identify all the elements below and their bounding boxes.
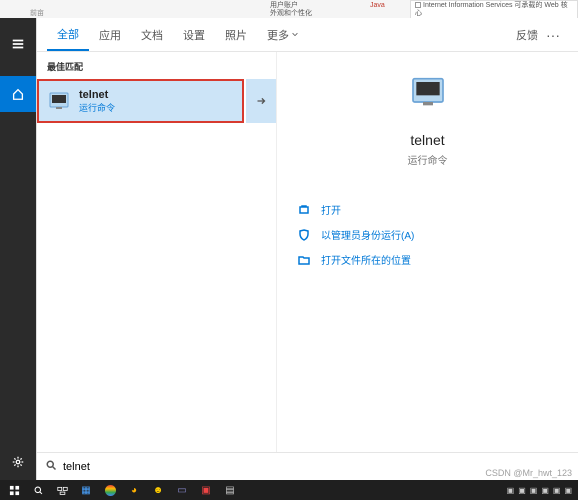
preview-block: telnet 运行命令 [287,72,568,167]
tray-icon[interactable]: ▣ [507,486,515,495]
tab-settings[interactable]: 设置 [173,18,215,51]
taskbar-app[interactable]: ▤ [218,480,242,500]
action-open[interactable]: 打开 [297,197,568,222]
taskbar-app[interactable]: ▦ [74,480,98,500]
java-icon-label: Java [370,2,385,9]
tab-docs[interactable]: 文档 [131,18,173,51]
result-telnet[interactable]: telnet 运行命令 [37,79,244,123]
actions-list: 打开 以管理员身份运行(A) 打开文件所在的位置 [287,197,568,272]
content-area: 最佳匹配 telnet 运行命令 [37,52,578,452]
bg-text: 前亩 [30,8,44,18]
preview-column: telnet 运行命令 打开 以管理员身份运行(A) 打开文件所在的位置 [277,52,578,452]
expand-arrow[interactable] [246,79,276,123]
start-sidebar [0,18,36,480]
folder-icon [297,253,311,267]
section-header: 最佳匹配 [37,52,276,79]
best-match-row: telnet 运行命令 [37,79,276,123]
taskbar-app[interactable] [98,480,122,500]
taskbar-app[interactable]: ▣ [194,480,218,500]
gear-icon[interactable] [0,444,36,480]
shield-icon [297,228,311,242]
results-column: 最佳匹配 telnet 运行命令 [37,52,277,452]
watermark: CSDN @Mr_hwt_123 [485,468,572,478]
preview-subtitle: 运行命令 [408,152,448,167]
tabs-bar: 全部 应用 文档 设置 照片 更多 反馈 ··· [37,18,578,52]
result-title: telnet [79,89,115,101]
preview-title: telnet [410,132,444,148]
taskbar-app[interactable]: ◕ [122,480,146,500]
tray-icon[interactable]: ▣ [541,486,549,495]
bg-text: 用户账户 外观和个性化 [270,2,312,18]
search-icon [45,458,63,476]
start-button[interactable] [2,480,26,500]
hamburger-icon[interactable] [0,26,36,62]
search-panel: 全部 应用 文档 设置 照片 更多 反馈 ··· 最佳匹配 telnet [36,18,578,480]
taskbar-app[interactable]: ▭ [170,480,194,500]
feedback-link[interactable]: 反馈 [516,27,538,43]
taskbar-app[interactable]: ☻ [146,480,170,500]
open-icon [297,203,311,217]
action-open-location[interactable]: 打开文件所在的位置 [297,247,568,272]
tray-icon[interactable]: ▣ [553,486,561,495]
home-icon[interactable] [0,76,36,112]
tray-icon[interactable]: ▣ [564,486,572,495]
tab-more[interactable]: 更多 [257,18,309,51]
task-view-icon[interactable] [50,480,74,500]
system-tray[interactable]: ▣ ▣ ▣ ▣ ▣ ▣ [507,486,576,495]
taskbar-search-icon[interactable] [26,480,50,500]
tab-apps[interactable]: 应用 [89,18,131,51]
console-icon [408,72,448,112]
result-subtitle: 运行命令 [79,101,115,114]
tab-all[interactable]: 全部 [47,18,89,51]
taskbar: ▦ ◕ ☻ ▭ ▣ ▤ ▣ ▣ ▣ ▣ ▣ ▣ [0,480,578,500]
chevron-down-icon [291,29,299,41]
console-icon [47,89,71,113]
background-desktop: 前亩 用户账户 外观和个性化 Java Internet Information… [0,0,578,18]
tray-icon[interactable]: ▣ [530,486,538,495]
tab-photos[interactable]: 照片 [215,18,257,51]
tray-icon[interactable]: ▣ [518,486,526,495]
more-dots[interactable]: ··· [538,27,568,43]
action-run-admin[interactable]: 以管理员身份运行(A) [297,222,568,247]
